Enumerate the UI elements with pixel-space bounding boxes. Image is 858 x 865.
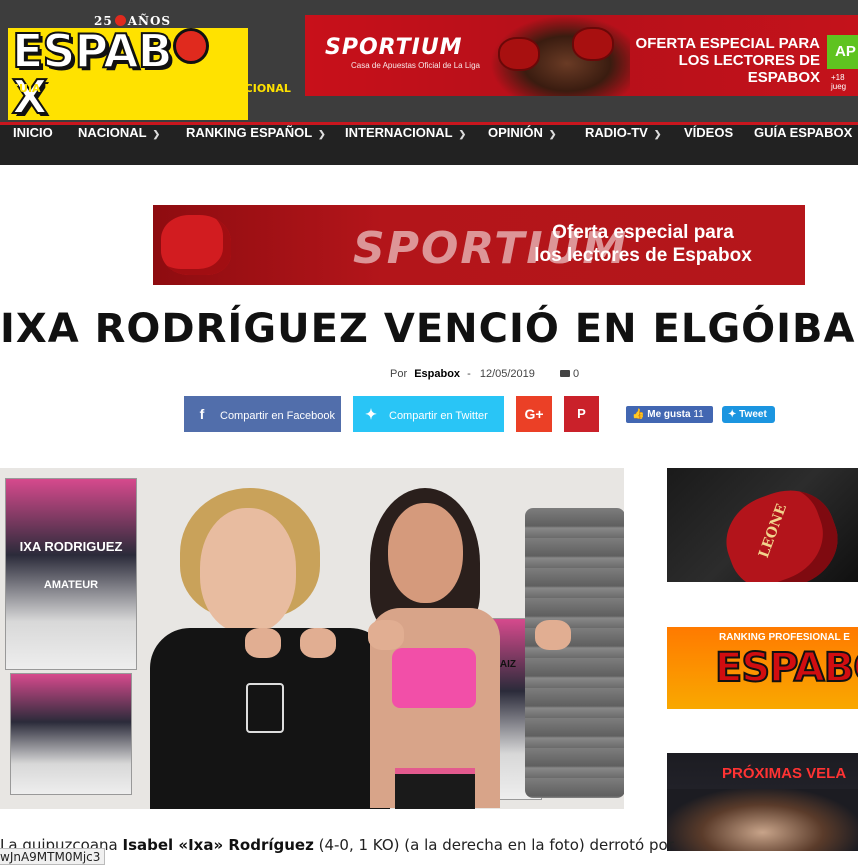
logo-wordmark: ESPABX (8, 27, 248, 121)
nav-item-guia-espabox[interactable]: GUÍA ESPABOX❯ (754, 125, 858, 165)
age-disclaimer: +18 jueg (831, 73, 847, 91)
meta-separator: - (467, 368, 471, 380)
share-twitter-button[interactable]: ✦ Compartir en Twitter (353, 396, 504, 432)
fist-icon (300, 628, 336, 658)
twitter-icon: ✦ (365, 406, 377, 422)
facebook-icon: f (199, 406, 205, 422)
tweet-button[interactable]: ✦ Tweet (722, 406, 775, 423)
fist-icon (368, 620, 404, 650)
proximas-label: PRÓXIMAS VELA (722, 765, 847, 782)
facebook-like-button[interactable]: 👍 Me gusta 11 (626, 406, 713, 423)
espabox-logo[interactable]: 25 AÑOS ESPABX GUÍA DEL BOXEO ESPAÑOL E I… (8, 14, 291, 121)
fight-poster: IXA RODRIGUEZ AMATEUR (5, 478, 137, 670)
chevron-down-icon: ❯ (152, 129, 161, 139)
banner-offer-text: Oferta especial para los lectores de Esp… (534, 222, 752, 266)
nav-item-nacional[interactable]: NACIONAL ❯ (78, 125, 160, 165)
boxing-glove-icon (172, 28, 209, 64)
like-count: 11 (693, 409, 704, 420)
boxing-gloves-image (161, 215, 231, 275)
nav-item-videos[interactable]: VÍDEOS (684, 125, 733, 165)
chevron-down-icon: ❯ (318, 129, 326, 139)
boxers-image (490, 15, 630, 96)
status-bar-url: wJnA9MTM0Mjc3 (0, 848, 106, 865)
weight-stack-image (525, 508, 624, 798)
logo-tagline: GUÍA DEL BOXEO ESPAÑOL E INTERNACIONAL (10, 82, 291, 95)
site-header: 25 AÑOS ESPABX GUÍA DEL BOXEO ESPAÑOL E I… (0, 0, 858, 122)
by-label: Por (390, 368, 408, 380)
glove-icon (498, 37, 540, 71)
author-link[interactable]: Espabox (414, 368, 460, 380)
ranking-logo: ESPABOX (714, 644, 858, 692)
article-date: 12/05/2019 (479, 368, 535, 380)
nav-item-radio-tv[interactable]: RADIO-TV ❯ (585, 125, 661, 165)
comment-icon (559, 370, 570, 377)
nav-item-inicio[interactable]: INICIO (13, 125, 53, 165)
boxer-right-shorts (395, 768, 475, 809)
glove-icon (572, 27, 614, 61)
sportium-subtitle: Casa de Apuestas Oficial de La Liga (351, 61, 480, 70)
sportium-top-banner-ad[interactable]: SPORTIUM Casa de Apuestas Oficial de La … (305, 15, 858, 96)
fist-icon (245, 628, 281, 658)
share-facebook-button[interactable]: f Compartir en Facebook (184, 396, 341, 432)
share-pinterest-button[interactable]: P (564, 396, 599, 432)
comment-count-link[interactable]: 0 (559, 368, 579, 380)
nav-item-opinion[interactable]: OPINIÓN ❯ (488, 125, 556, 165)
share-googleplus-button[interactable]: G+ (516, 396, 552, 432)
sportium-mid-banner-ad[interactable]: SPORTIUM Oferta especial para los lector… (153, 205, 805, 285)
banner-cta-button[interactable]: AP (827, 35, 858, 69)
boxer-right-top (392, 648, 476, 708)
boxer-left-face (200, 508, 296, 633)
article-meta: Por Espabox - 12/05/2019 0 (390, 368, 579, 380)
sportium-brand: SPORTIUM (325, 35, 463, 60)
fight-poster (10, 673, 132, 795)
thumbs-up-icon: 👍 (632, 409, 645, 420)
nav-item-ranking-espanol[interactable]: RANKING ESPAÑOL ❯ (186, 125, 326, 165)
boxer-right-face (388, 503, 463, 603)
fist-icon (535, 620, 571, 650)
nav-item-internacional[interactable]: INTERNACIONAL ❯ (345, 125, 466, 165)
banner-offer-text: OFERTA ESPECIAL PARA LOS LECTORES DE ESP… (635, 35, 820, 86)
sidebar-ad-ranking[interactable]: RANKING PROFESIONAL E ESPABOX (667, 627, 858, 709)
chevron-down-icon: ❯ (548, 129, 557, 139)
sidebar-ad-proximas-veladas[interactable]: PRÓXIMAS VELA (667, 753, 858, 851)
shirt-logo-icon (246, 683, 284, 733)
chevron-down-icon: ❯ (653, 129, 662, 139)
pinterest-icon: P (577, 406, 586, 421)
ranking-label: RANKING PROFESIONAL E (719, 632, 850, 643)
article-featured-photo: IXA RODRIGUEZ AMATEUR OLAIZ (0, 468, 624, 809)
article-title: IXA RODRÍGUEZ VENCIÓ EN ELGÓIBAR (0, 306, 858, 352)
twitter-bird-icon: ✦ (728, 409, 737, 420)
googleplus-icon: G+ (524, 406, 544, 422)
main-nav: INICIO NACIONAL ❯ RANKING ESPAÑOL ❯ INTERN… (0, 122, 858, 165)
boxing-fight-image (667, 789, 858, 851)
chevron-down-icon: ❯ (458, 129, 467, 139)
sidebar-ad-leone[interactable]: LEONE (667, 468, 858, 582)
